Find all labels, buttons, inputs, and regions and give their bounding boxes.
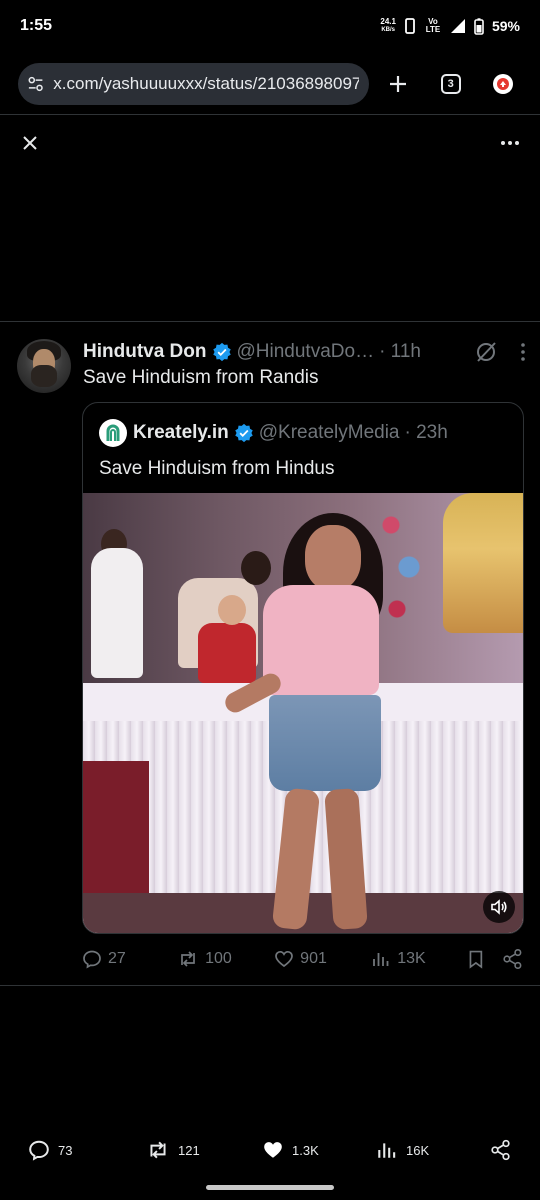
more-options-icon[interactable] [498, 131, 522, 155]
tab-switcher-button[interactable]: 3 [428, 63, 474, 105]
tweet-text: Save Hinduism from Randis [83, 367, 319, 388]
verified-badge-icon [212, 342, 231, 362]
bottom-like-button[interactable]: 1.3K [262, 1139, 376, 1161]
kreately-logo-icon [106, 424, 120, 441]
like-button[interactable]: 901 [274, 949, 371, 969]
volume-icon [491, 899, 507, 915]
grok-icon[interactable] [474, 340, 498, 364]
unmute-button[interactable] [483, 891, 515, 923]
views-count: 13K [397, 950, 426, 967]
media-viewer-header [0, 118, 540, 168]
bottom-repost-button[interactable]: 121 [146, 1139, 262, 1161]
heart-filled-icon [264, 1142, 282, 1158]
quoted-author-handle[interactable]: @KreatelyMedia [259, 422, 400, 444]
network-speed: 24.1 KB/s [380, 18, 396, 34]
heart-icon [275, 950, 294, 968]
author-handle[interactable]: @HindutvaDo… [237, 341, 375, 363]
url-text[interactable]: x.com/yashuuuuxxx/status/210368980973 [53, 74, 359, 94]
signal-icon [450, 19, 465, 33]
clock: 1:55 [20, 17, 53, 34]
share-icon[interactable] [502, 948, 524, 970]
reply-icon [83, 950, 101, 969]
browser-toolbar: x.com/yashuuuuxxx/status/210368980973 3 [0, 58, 540, 110]
address-bar[interactable]: x.com/yashuuuuxxx/status/210368980973 [18, 63, 370, 105]
repost-count: 100 [205, 950, 232, 967]
tweet-actions: 27 100 901 13K [82, 944, 524, 974]
tweet-divider [0, 985, 540, 986]
quoted-author-name[interactable]: Kreately.in [133, 422, 229, 444]
quoted-tweet-time[interactable]: · 23h [405, 422, 448, 444]
quoted-tweet-header: Kreately.in @KreatelyMedia · 23h [99, 419, 448, 447]
more-vertical-icon[interactable] [520, 342, 526, 362]
quoted-avatar[interactable] [99, 419, 127, 447]
bottom-reply-button[interactable]: 73 [28, 1139, 146, 1161]
vibrate-icon [405, 18, 415, 34]
quoted-verified-badge-icon [235, 423, 253, 443]
repost-icon [150, 1141, 166, 1159]
plus-icon [390, 76, 407, 92]
browser-menu-button[interactable] [480, 63, 526, 105]
site-settings-icon[interactable] [26, 74, 45, 94]
network-speed-value: 24.1 [380, 17, 396, 26]
home-indicator[interactable] [206, 1185, 334, 1190]
status-bar: 1:55 24.1 KB/s Vo LTE 59% [0, 0, 540, 52]
author-name[interactable]: Hindutva Don [83, 341, 207, 363]
views-icon [378, 1143, 396, 1158]
reply-count: 27 [108, 950, 126, 967]
battery-percent: 59% [491, 18, 520, 34]
bookmark-icon[interactable] [466, 949, 486, 969]
video-player[interactable] [83, 493, 523, 933]
quoted-tweet-text: Save Hinduism from Hindus [99, 458, 335, 479]
quoted-tweet[interactable]: Kreately.in @KreatelyMedia · 23h Save Hi… [82, 402, 524, 934]
bottom-like-count: 1.3K [292, 1142, 319, 1158]
media-action-bar: 73 121 1.3K 16K [0, 1132, 540, 1168]
tab-count: 3 [440, 74, 461, 94]
like-count: 901 [300, 950, 327, 967]
battery-icon [474, 17, 484, 35]
update-badge-icon [492, 74, 513, 94]
close-icon[interactable] [18, 131, 42, 155]
views-icon [373, 953, 389, 966]
repost-button[interactable]: 100 [177, 949, 274, 969]
tweet-header: Hindutva Don @HindutvaDo… · 11h [83, 338, 526, 366]
new-tab-button[interactable] [375, 63, 421, 105]
avatar[interactable] [17, 339, 71, 393]
share-icon[interactable] [490, 1139, 512, 1161]
bottom-repost-count: 121 [178, 1142, 200, 1158]
repost-icon [181, 951, 195, 967]
tweet-time[interactable]: · 11h [379, 341, 421, 363]
bottom-views-count: 16K [406, 1142, 430, 1158]
views-button[interactable]: 13K [371, 949, 462, 969]
reply-icon [29, 1140, 49, 1161]
network-speed-unit: KB/s [381, 27, 396, 33]
bottom-views-button[interactable]: 16K [376, 1139, 488, 1161]
toolbar-divider [0, 114, 540, 115]
header-divider [0, 321, 540, 322]
bottom-reply-count: 73 [58, 1142, 73, 1158]
volte-indicator: Vo LTE [425, 17, 441, 34]
reply-button[interactable]: 27 [82, 949, 177, 969]
